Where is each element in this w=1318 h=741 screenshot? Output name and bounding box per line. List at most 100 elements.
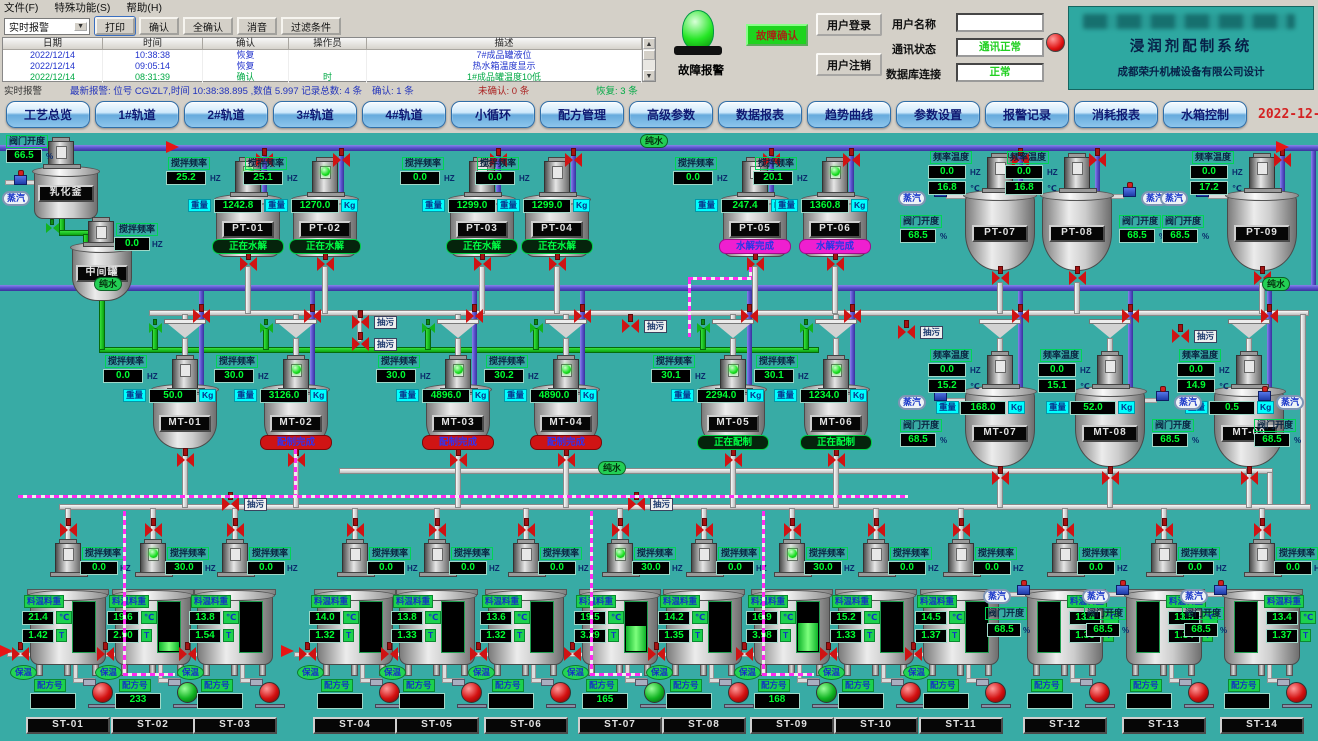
pump-red[interactable] (1184, 679, 1214, 705)
nav-button-2[interactable]: 2#轨道 (184, 101, 268, 128)
green-valve-icon[interactable] (260, 323, 273, 333)
pipe-valve[interactable] (304, 309, 321, 323)
nav-button-8[interactable]: 数据报表 (718, 101, 802, 128)
user-login-button[interactable]: 用户登录 (816, 13, 882, 36)
pump-red[interactable] (88, 679, 118, 705)
green-valve-icon[interactable] (149, 323, 162, 333)
pipe-valve[interactable] (741, 309, 758, 323)
alarm-row-0-ack[interactable]: 恢复 (203, 50, 289, 61)
pump-red[interactable] (255, 679, 285, 705)
print-button[interactable]: 打印 (95, 17, 135, 35)
scroll-thumb[interactable] (643, 50, 655, 60)
alarm-row-0-date[interactable]: 2022/12/14 (3, 50, 103, 61)
pipe-valve[interactable] (1122, 309, 1139, 323)
feed-valve[interactable] (470, 647, 487, 661)
feed-valve[interactable] (381, 647, 398, 661)
pump-red[interactable] (896, 679, 926, 705)
alarm-row-1-time[interactable]: 09:05:14 (103, 61, 203, 72)
nav-button-10[interactable]: 参数设置 (896, 101, 980, 128)
pipe-valve[interactable] (1089, 153, 1106, 167)
feed-valve[interactable] (648, 647, 665, 661)
alarm-row-1-ack[interactable]: 恢复 (203, 61, 289, 72)
steam-valve-icon[interactable] (1156, 391, 1169, 401)
pipe-valve[interactable] (1057, 523, 1074, 537)
drain-valve[interactable] (898, 325, 915, 339)
tank-outlet-valve[interactable] (1102, 471, 1119, 485)
nav-button-4[interactable]: 4#轨道 (362, 101, 446, 128)
pipe-valve[interactable] (193, 309, 210, 323)
pipe-valve[interactable] (868, 523, 885, 537)
pipe-valve[interactable] (612, 523, 629, 537)
user-logout-button[interactable]: 用户注销 (816, 53, 882, 76)
nav-button-7[interactable]: 高级参数 (629, 101, 713, 128)
alarm-row-1-date[interactable]: 2022/12/14 (3, 61, 103, 72)
tank-outlet-valve[interactable] (240, 257, 257, 271)
pipe-valve[interactable] (843, 153, 860, 167)
tank-outlet-valve[interactable] (827, 257, 844, 271)
drain-valve[interactable] (628, 497, 645, 511)
steam-valve-icon[interactable] (1116, 585, 1129, 595)
ack-button[interactable]: 确认 (139, 17, 179, 35)
steam-valve-icon[interactable] (14, 175, 27, 185)
pipe-valve[interactable] (429, 523, 446, 537)
pipe-valve[interactable] (227, 523, 244, 537)
alarm-table-scrollbar[interactable]: ▲ ▼ (642, 38, 655, 81)
pipe-valve[interactable] (518, 523, 535, 537)
pump-red[interactable] (981, 679, 1011, 705)
pipe-valve[interactable] (1156, 523, 1173, 537)
tank-outlet-valve[interactable] (450, 453, 467, 467)
feed-valve[interactable] (12, 647, 29, 661)
tank-outlet-valve[interactable] (549, 257, 566, 271)
nav-button-0[interactable]: 工艺总览 (6, 101, 90, 128)
tank-outlet-valve[interactable] (992, 471, 1009, 485)
pump-red[interactable] (1085, 679, 1115, 705)
fault-ack-button[interactable]: 故障确认 (746, 24, 808, 46)
alarm-row-0-time[interactable]: 10:38:38 (103, 50, 203, 61)
tank-outlet-valve[interactable] (1241, 471, 1258, 485)
green-valve-icon[interactable] (422, 323, 435, 333)
tank-outlet-valve[interactable] (177, 453, 194, 467)
alarm-row-0-operator[interactable] (289, 50, 367, 61)
nav-button-13[interactable]: 水箱控制 (1163, 101, 1247, 128)
pipe-valve[interactable] (1261, 309, 1278, 323)
ack-all-button[interactable]: 全确认 (183, 17, 233, 35)
pipe-valve[interactable] (844, 309, 861, 323)
feed-valve[interactable] (905, 647, 922, 661)
nav-button-5[interactable]: 小循环 (451, 101, 535, 128)
username-field[interactable] (956, 13, 1044, 32)
pipe-valve[interactable] (466, 309, 483, 323)
menu-item-1[interactable]: 特殊功能(S) (54, 0, 110, 15)
feed-valve[interactable] (564, 647, 581, 661)
feed-valve[interactable] (820, 647, 837, 661)
mute-button[interactable]: 消音 (237, 17, 277, 35)
chevron-down-icon[interactable]: ▼ (74, 22, 87, 31)
tank-outlet-valve[interactable] (992, 271, 1009, 285)
pipe-valve[interactable] (565, 153, 582, 167)
drain-valve[interactable] (352, 315, 369, 329)
pump-red[interactable] (546, 679, 576, 705)
pump-red[interactable] (724, 679, 754, 705)
tank-outlet-valve[interactable] (474, 257, 491, 271)
pipe-valve[interactable] (696, 523, 713, 537)
pipe-valve[interactable] (1012, 309, 1029, 323)
feed-valve[interactable] (736, 647, 753, 661)
green-valve-icon[interactable] (46, 223, 59, 233)
nav-button-1[interactable]: 1#轨道 (95, 101, 179, 128)
nav-button-12[interactable]: 消耗报表 (1074, 101, 1158, 128)
filter-button[interactable]: 过滤条件 (281, 17, 341, 35)
nav-button-6[interactable]: 配方管理 (540, 101, 624, 128)
pipe-valve[interactable] (1274, 153, 1291, 167)
tank-outlet-valve[interactable] (558, 453, 575, 467)
drain-valve[interactable] (1172, 329, 1189, 343)
alarm-row-1-operator[interactable] (289, 61, 367, 72)
feed-valve[interactable] (97, 647, 114, 661)
alarm-mode-select[interactable]: 实时报警 ▼ (4, 18, 90, 35)
pipe-valve[interactable] (347, 523, 364, 537)
green-valve-icon[interactable] (800, 323, 813, 333)
green-valve-icon[interactable] (697, 323, 710, 333)
steam-valve-icon[interactable] (1258, 391, 1271, 401)
scroll-up-icon[interactable]: ▲ (643, 38, 655, 49)
pipe-valve[interactable] (1254, 523, 1271, 537)
tank-outlet-valve[interactable] (1069, 271, 1086, 285)
menu-item-0[interactable]: 文件(F) (4, 0, 38, 15)
